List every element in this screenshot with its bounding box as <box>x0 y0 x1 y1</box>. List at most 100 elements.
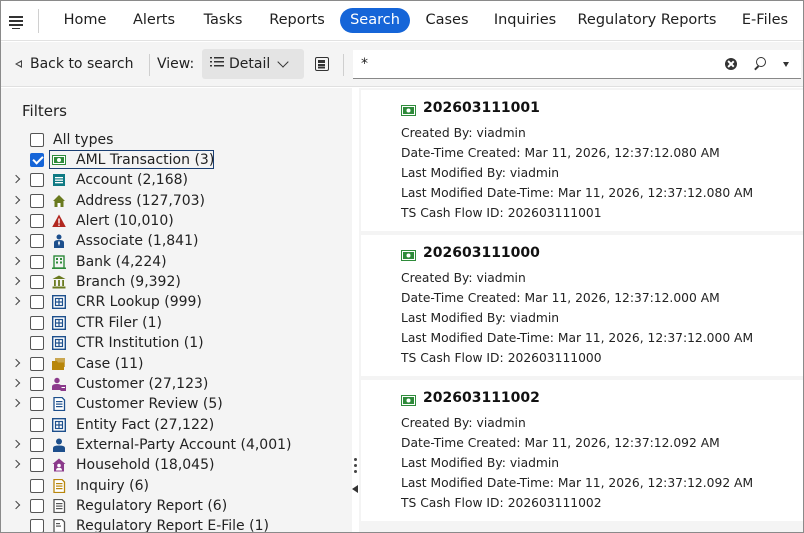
folder-icon <box>52 357 66 371</box>
filter-all-types-label: All types <box>53 132 114 148</box>
filter-label: CTR Filer (1) <box>76 314 162 331</box>
expand-arrow-icon[interactable] <box>11 500 21 510</box>
field-value: viadmin <box>476 126 526 140</box>
field-value: Mar 11, 2026, 12:37:12.092 AM <box>557 476 754 490</box>
result-card[interactable]: 202603111000 Created By: viadmin Date-Time … <box>361 235 803 376</box>
expand-arrow-icon[interactable] <box>11 358 21 367</box>
account-icon <box>52 173 66 187</box>
nav-tab-e-files[interactable]: E-Files <box>735 8 795 33</box>
panel-resize-handle[interactable] <box>354 458 357 473</box>
field-label: Last Modified By: <box>401 166 506 180</box>
grid-icon <box>51 336 67 351</box>
search-results-list: 202603111001 Created By: viadmin Date-Time … <box>359 88 803 532</box>
filter-checkbox[interactable] <box>30 214 44 229</box>
nav-tab-tasks[interactable]: Tasks <box>197 8 249 33</box>
household-icon <box>52 458 66 472</box>
filter-checkbox[interactable] <box>30 437 44 452</box>
filter-checkbox[interactable] <box>30 315 44 330</box>
expand-arrow-icon[interactable] <box>11 276 21 286</box>
nav-tab-search[interactable]: Search <box>340 8 410 33</box>
cash-icon <box>401 395 416 406</box>
filter-checkbox[interactable] <box>30 376 44 391</box>
nav-tab-home[interactable]: Home <box>58 8 112 33</box>
view-mode-dropdown[interactable]: Detail <box>202 49 304 79</box>
toolbar-divider <box>343 54 344 76</box>
expand-arrow-icon[interactable] <box>11 378 21 388</box>
filter-checkbox[interactable] <box>30 397 44 412</box>
result-field-ts-id: TS Cash Flow ID: 202603111002 <box>401 496 602 510</box>
expand-arrow-icon[interactable] <box>11 195 21 204</box>
filter-checkbox[interactable] <box>30 193 44 208</box>
expand-arrow-icon[interactable] <box>11 175 21 184</box>
filter-all-types-checkbox[interactable] <box>30 133 44 147</box>
result-card[interactable]: 202603111002 Created By: viadmin Date-Time … <box>361 380 803 521</box>
field-label: Date-Time Created: <box>401 291 521 305</box>
filter-checkbox[interactable] <box>30 478 44 493</box>
filter-checkbox[interactable] <box>30 254 44 269</box>
expand-arrow-icon[interactable] <box>11 398 21 408</box>
filter-row: Account (2,168) <box>1 170 352 190</box>
collapse-panel-icon[interactable] <box>352 485 358 493</box>
filter-label: External-Party Account (4,001) <box>76 436 292 453</box>
bank-building-icon <box>52 255 66 269</box>
nav-tab-alerts[interactable]: Alerts <box>125 8 183 33</box>
search-icon[interactable] <box>753 57 767 71</box>
nav-divider <box>38 9 39 33</box>
search-options-dropdown-icon[interactable] <box>783 62 789 67</box>
field-value: viadmin <box>509 166 560 180</box>
filter-label: Address (127,703) <box>76 192 206 209</box>
result-title[interactable]: 202603111002 <box>423 390 540 406</box>
filter-checkbox[interactable] <box>30 519 44 532</box>
expand-arrow-icon[interactable] <box>11 439 21 449</box>
field-value: 202603111000 <box>507 351 602 365</box>
filter-checkbox[interactable] <box>30 153 44 167</box>
nav-tab-inquiries[interactable]: Inquiries <box>489 8 561 33</box>
result-field-ts-id: TS Cash Flow ID: 202603111000 <box>401 351 602 365</box>
filter-checkbox[interactable] <box>30 173 44 188</box>
filter-label: Household (18,045) <box>76 457 215 474</box>
filter-row: Entity Fact (27,122) <box>1 415 352 435</box>
expand-arrow-icon[interactable] <box>11 460 21 469</box>
filter-checkbox[interactable] <box>30 336 44 351</box>
result-field-modified: Last Modified Date-Time: Mar 11, 2026, 12… <box>401 186 753 200</box>
result-title[interactable]: 202603111000 <box>423 245 540 261</box>
search-input[interactable] <box>353 50 713 78</box>
filter-checkbox[interactable] <box>30 295 44 310</box>
field-label: TS Cash Flow ID: <box>401 206 504 220</box>
filter-checkbox[interactable] <box>30 356 44 371</box>
filter-checkbox[interactable] <box>30 458 44 473</box>
nav-tab-reports[interactable]: Reports <box>263 8 331 33</box>
field-label: Last Modified By: <box>401 456 506 470</box>
grid-icon <box>51 417 67 432</box>
hamburger-menu-icon[interactable] <box>8 12 26 30</box>
filter-all-types: All types <box>1 130 352 150</box>
save-search-icon[interactable] <box>315 57 329 71</box>
result-field-created-by: Created By: viadmin <box>401 126 526 140</box>
filter-checkbox[interactable] <box>30 275 44 290</box>
back-to-search-button[interactable]: Back to search <box>15 52 133 76</box>
nav-tab-regulatory-reports[interactable]: Regulatory Reports <box>575 8 719 33</box>
filter-label: CRR Lookup (999) <box>76 294 202 311</box>
expand-arrow-icon[interactable] <box>11 297 21 306</box>
expand-arrow-icon[interactable] <box>11 256 21 265</box>
filter-row: External-Party Account (4,001) <box>1 435 352 455</box>
list-view-icon <box>210 57 224 67</box>
filter-checkbox[interactable] <box>30 234 44 249</box>
result-card[interactable]: 202603111001 Created By: viadmin Date-Time … <box>361 90 803 231</box>
field-label: Last Modified Date-Time: <box>401 331 554 345</box>
filter-row: CTR Institution (1) <box>1 333 352 353</box>
expand-arrow-icon[interactable] <box>11 215 21 225</box>
filter-checkbox[interactable] <box>30 498 44 513</box>
filter-checkbox[interactable] <box>30 417 44 432</box>
nav-tab-cases[interactable]: Cases <box>419 8 475 33</box>
filter-row: Alert (10,010) <box>1 211 352 231</box>
field-label: Date-Time Created: <box>401 146 521 160</box>
filter-label: Regulatory Report E-File (1) <box>76 518 269 533</box>
field-label: Last Modified Date-Time: <box>401 186 554 200</box>
expand-arrow-icon[interactable] <box>11 236 21 245</box>
clear-search-icon[interactable] <box>725 58 737 70</box>
result-title[interactable]: 202603111001 <box>423 100 540 116</box>
field-label: TS Cash Flow ID: <box>401 496 504 510</box>
app-window: Home Alerts Tasks Reports Search Cases I… <box>0 0 804 533</box>
back-arrow-icon <box>15 60 22 68</box>
